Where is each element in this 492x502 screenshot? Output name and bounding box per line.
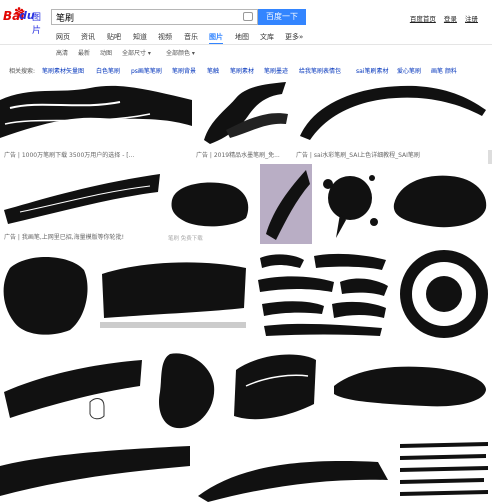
tab-music[interactable]: 音乐 — [184, 32, 198, 42]
image-result[interactable] — [390, 164, 492, 244]
tab-video[interactable]: 视频 — [158, 32, 172, 42]
filter-bar: 高清 最新 动图 全部尺寸 ▾ 全部颜色 ▾ — [0, 48, 492, 58]
tab-web[interactable]: 网页 — [56, 32, 70, 42]
image-result[interactable] — [198, 436, 392, 502]
image-result[interactable] — [150, 346, 224, 432]
related-item[interactable]: 笔刷素材 — [230, 66, 254, 75]
image-result[interactable] — [0, 80, 192, 146]
related-item[interactable]: ps画笔笔刷 — [131, 66, 162, 75]
filter-latest[interactable]: 最新 — [78, 48, 90, 57]
related-item[interactable]: 画笔 颜料 — [431, 66, 457, 75]
ad-caption[interactable]: 广告 | 2019精品水墨笔刷_免... — [196, 150, 292, 159]
related-item[interactable]: 笔刷素材矢量图 — [42, 66, 84, 75]
image-result[interactable] — [396, 436, 492, 502]
filter-color[interactable]: 全部颜色 ▾ — [166, 48, 195, 57]
image-result[interactable] — [228, 346, 322, 432]
tab-tieba[interactable]: 贴吧 — [107, 32, 121, 42]
register-link[interactable]: 注册 — [465, 15, 478, 23]
top-links: 百度首页 登录 注册 — [404, 13, 478, 23]
image-result[interactable] — [0, 346, 146, 432]
image-result[interactable] — [0, 248, 94, 340]
search-nav: 网页 资讯 贴吧 知道 视频 音乐 图片 地图 文库 更多» — [0, 30, 492, 45]
image-result[interactable] — [326, 346, 492, 432]
image-result[interactable] — [316, 164, 386, 244]
related-label: 相关搜索: — [9, 68, 36, 75]
tab-zhidao[interactable]: 知道 — [133, 32, 147, 42]
image-result[interactable] — [296, 80, 492, 146]
related-item[interactable]: 笔刷墨迹 — [264, 66, 288, 75]
header: ✽ Bai du 图片 笔刷 百度一下 百度首页 登录 注册 — [0, 0, 492, 36]
related-item[interactable]: 爱心笔刷 — [397, 66, 421, 75]
tab-map[interactable]: 地图 — [235, 32, 249, 42]
ad-caption[interactable]: 广告 | 1000万笔刷下载 3500万用户的选择 - [... — [4, 150, 192, 159]
related-item[interactable]: 白色笔刷 — [96, 66, 120, 75]
image-result[interactable]: 笔刷 免费下载 — [166, 164, 256, 244]
image-result[interactable] — [0, 436, 194, 502]
baidu-logo[interactable]: ✽ Bai du 图片 — [3, 5, 47, 36]
tab-more[interactable]: 更多» — [285, 32, 303, 42]
related-item[interactable]: 笔刷背景 — [172, 66, 196, 75]
image-result[interactable] — [196, 80, 292, 146]
related-item[interactable]: sai笔刷素材 — [356, 66, 388, 75]
watermark: 笔刷 免费下载 — [168, 236, 203, 242]
related-item[interactable]: 笔触 — [207, 66, 219, 75]
search-button[interactable]: 百度一下 — [258, 9, 306, 25]
filter-size[interactable]: 全部尺寸 ▾ — [122, 48, 151, 57]
filter-gif[interactable]: 动图 — [100, 48, 112, 57]
image-result[interactable] — [254, 248, 392, 340]
nav-divider — [0, 44, 492, 45]
image-result[interactable] — [260, 164, 312, 244]
related-item[interactable]: 给我笔刷表情包 — [299, 66, 341, 75]
related-searches: 相关搜索: 笔刷素材矢量图 白色笔刷 ps画笔笔刷 笔刷背景 笔触 笔刷素材 笔… — [0, 66, 492, 76]
ad-caption[interactable]: 广告 | sai水彩笔刷_SAI上色详细教程_SAI笔刷 — [296, 150, 492, 159]
search-input[interactable]: 笔刷 — [51, 9, 258, 25]
login-link[interactable]: 登录 — [444, 15, 457, 23]
camera-icon[interactable] — [243, 12, 253, 21]
home-link[interactable]: 百度首页 — [410, 15, 436, 23]
tab-news[interactable]: 资讯 — [81, 32, 95, 42]
ad-caption[interactable]: 广告 | 我画笔,上网里已招,海量模版等你轮批! — [4, 232, 164, 241]
search-query: 笔刷 — [56, 14, 75, 24]
filter-hd[interactable]: 高清 — [56, 48, 68, 57]
image-result[interactable] — [396, 248, 492, 340]
image-result[interactable] — [98, 248, 250, 340]
image-result[interactable] — [0, 164, 162, 228]
tab-wenku[interactable]: 文库 — [260, 32, 274, 42]
